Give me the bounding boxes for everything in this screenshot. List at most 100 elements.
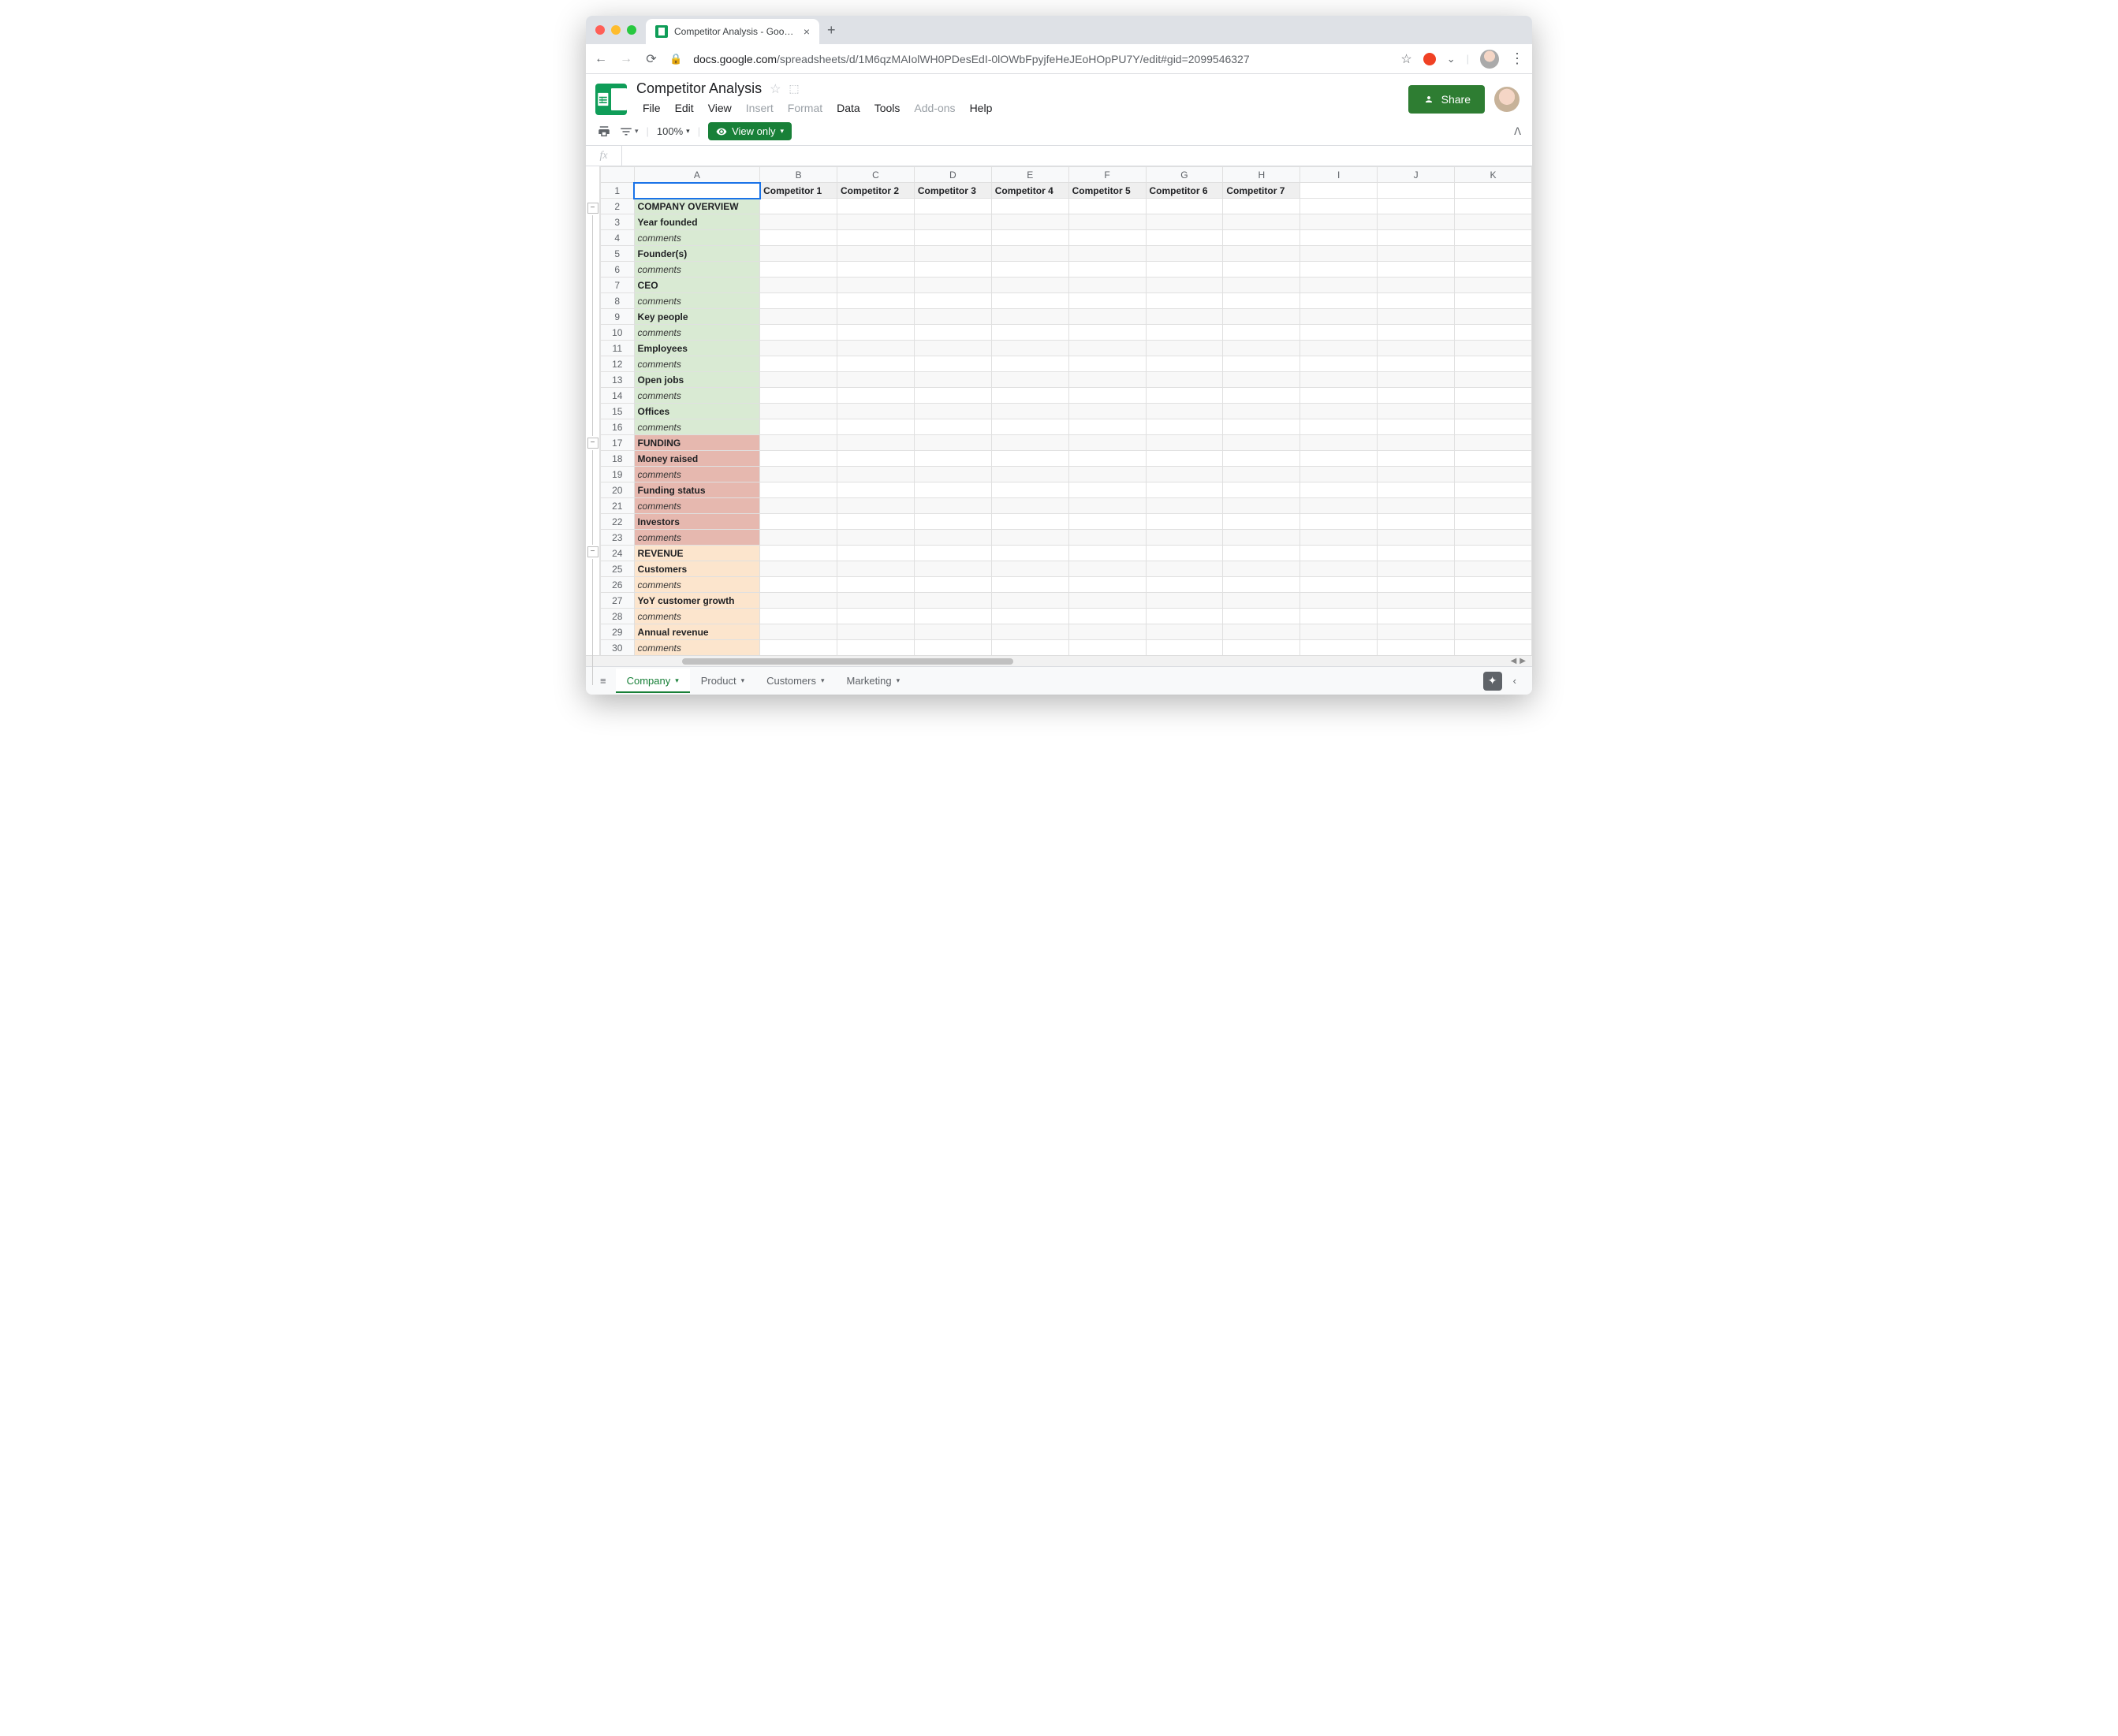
cell[interactable]: comments (634, 640, 760, 656)
cell[interactable] (760, 419, 837, 435)
cell[interactable]: Offices (634, 404, 760, 419)
cell[interactable] (991, 404, 1068, 419)
cell[interactable] (1300, 404, 1378, 419)
cell[interactable] (991, 199, 1068, 214)
cell[interactable] (1378, 388, 1455, 404)
cell[interactable] (760, 561, 837, 577)
forward-button[interactable]: → (619, 52, 633, 66)
row-header[interactable]: 21 (601, 498, 635, 514)
cell[interactable] (1223, 467, 1300, 482)
print-icon[interactable] (597, 125, 611, 139)
cell[interactable] (1146, 546, 1223, 561)
cell[interactable] (1378, 325, 1455, 341)
cell[interactable]: comments (634, 293, 760, 309)
cell[interactable] (1223, 293, 1300, 309)
filter-icon[interactable]: ▾ (619, 125, 639, 139)
cell[interactable] (1378, 278, 1455, 293)
cell[interactable] (1068, 214, 1146, 230)
viewonly-button[interactable]: View only ▾ (708, 122, 792, 140)
cell[interactable] (1300, 214, 1378, 230)
cell[interactable] (634, 183, 760, 199)
cell[interactable]: Employees (634, 341, 760, 356)
cell[interactable] (837, 388, 915, 404)
menu-edit[interactable]: Edit (669, 99, 700, 117)
cell[interactable] (1146, 372, 1223, 388)
cell[interactable] (760, 230, 837, 246)
cell[interactable] (1378, 640, 1455, 656)
cell[interactable] (1146, 325, 1223, 341)
row-header[interactable]: 26 (601, 577, 635, 593)
tab-scroll-left-icon[interactable]: ‹ (1505, 675, 1524, 687)
cell[interactable] (1300, 577, 1378, 593)
cell[interactable] (837, 230, 915, 246)
cell[interactable] (991, 561, 1068, 577)
cell[interactable] (837, 451, 915, 467)
row-header[interactable]: 1 (601, 183, 635, 199)
cell[interactable] (1455, 388, 1532, 404)
minimize-window-button[interactable] (611, 25, 621, 35)
cell[interactable] (1068, 278, 1146, 293)
row-header[interactable]: 19 (601, 467, 635, 482)
cell[interactable] (1146, 309, 1223, 325)
cell[interactable] (1300, 467, 1378, 482)
cell[interactable]: Competitor 2 (837, 183, 915, 199)
cell[interactable] (1223, 546, 1300, 561)
cell[interactable] (837, 640, 915, 656)
cell[interactable] (1068, 419, 1146, 435)
cell[interactable] (914, 530, 991, 546)
menu-format[interactable]: Format (781, 99, 829, 117)
cell[interactable] (1300, 530, 1378, 546)
maximize-window-button[interactable] (627, 25, 636, 35)
cell[interactable] (914, 278, 991, 293)
cell[interactable] (1300, 609, 1378, 624)
cell[interactable] (1378, 419, 1455, 435)
column-header[interactable]: I (1300, 167, 1378, 183)
cell[interactable] (1068, 230, 1146, 246)
cell[interactable] (1455, 341, 1532, 356)
cell[interactable] (1068, 404, 1146, 419)
row-header[interactable]: 9 (601, 309, 635, 325)
cell[interactable] (991, 341, 1068, 356)
new-tab-button[interactable]: + (819, 22, 844, 39)
cell[interactable] (1068, 514, 1146, 530)
cell[interactable] (760, 214, 837, 230)
cell[interactable] (1146, 561, 1223, 577)
cell[interactable] (1378, 230, 1455, 246)
cell[interactable] (991, 609, 1068, 624)
cell[interactable]: comments (634, 577, 760, 593)
cell[interactable] (1455, 561, 1532, 577)
column-header[interactable]: J (1378, 167, 1455, 183)
cell[interactable] (914, 577, 991, 593)
cell[interactable] (760, 293, 837, 309)
scroll-thumb[interactable] (682, 658, 1013, 665)
cell[interactable]: Competitor 1 (760, 183, 837, 199)
cell[interactable] (914, 593, 991, 609)
cell[interactable] (1455, 624, 1532, 640)
row-header[interactable]: 6 (601, 262, 635, 278)
cell[interactable] (760, 372, 837, 388)
row-header[interactable]: 27 (601, 593, 635, 609)
cell[interactable] (837, 530, 915, 546)
cell[interactable] (1455, 482, 1532, 498)
cell[interactable] (1378, 467, 1455, 482)
cell[interactable] (1378, 593, 1455, 609)
cell[interactable] (1146, 388, 1223, 404)
close-tab-icon[interactable]: × (804, 25, 810, 38)
back-button[interactable]: ← (594, 52, 608, 66)
menu-addons[interactable]: Add-ons (908, 99, 961, 117)
cell[interactable] (991, 293, 1068, 309)
cell[interactable] (1223, 309, 1300, 325)
cell[interactable] (1146, 404, 1223, 419)
cell[interactable] (1146, 498, 1223, 514)
cell[interactable] (837, 498, 915, 514)
cell[interactable] (1378, 530, 1455, 546)
cell[interactable] (1300, 451, 1378, 467)
cell[interactable] (1146, 293, 1223, 309)
cell[interactable] (1146, 230, 1223, 246)
sheet-tab[interactable]: Marketing▾ (836, 669, 912, 693)
cell[interactable] (760, 388, 837, 404)
cell[interactable]: Funding status (634, 482, 760, 498)
row-header[interactable]: 20 (601, 482, 635, 498)
cell[interactable] (837, 309, 915, 325)
cell[interactable] (760, 341, 837, 356)
